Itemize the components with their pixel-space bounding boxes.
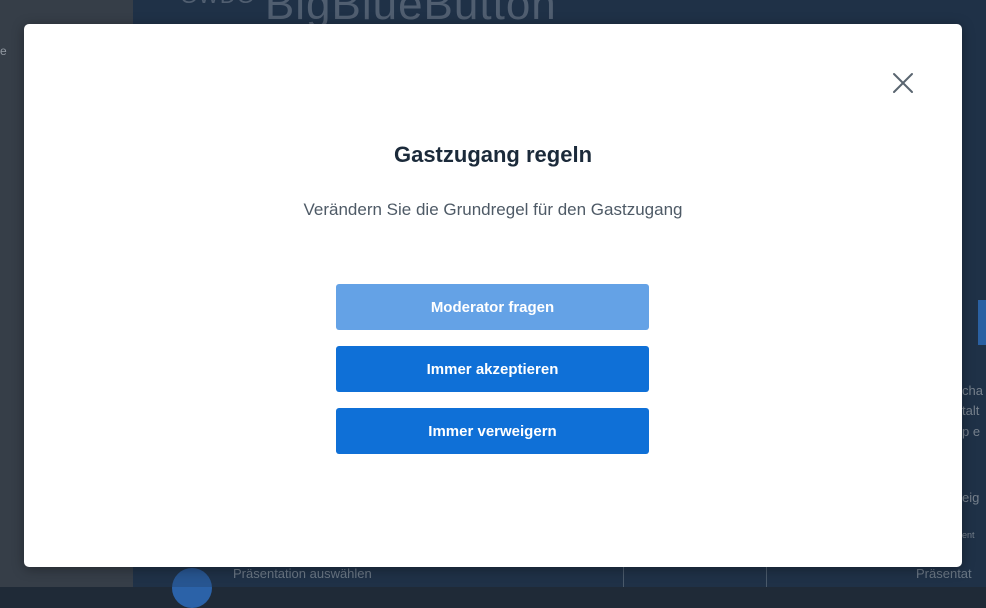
dialog-subtitle: Verändern Sie die Grundregel für den Gas… [303, 200, 683, 219]
close-icon [893, 73, 913, 93]
always-accept-button[interactable]: Immer akzeptieren [336, 346, 649, 392]
dialog-title: Gastzugang regeln [393, 142, 593, 167]
ask-moderator-button[interactable]: Moderator fragen [336, 284, 649, 330]
close-button[interactable] [890, 70, 916, 96]
guest-policy-dialog: Gastzugang regeln Verändern Sie die Grun… [24, 24, 962, 567]
always-deny-button[interactable]: Immer verweigern [336, 408, 649, 454]
